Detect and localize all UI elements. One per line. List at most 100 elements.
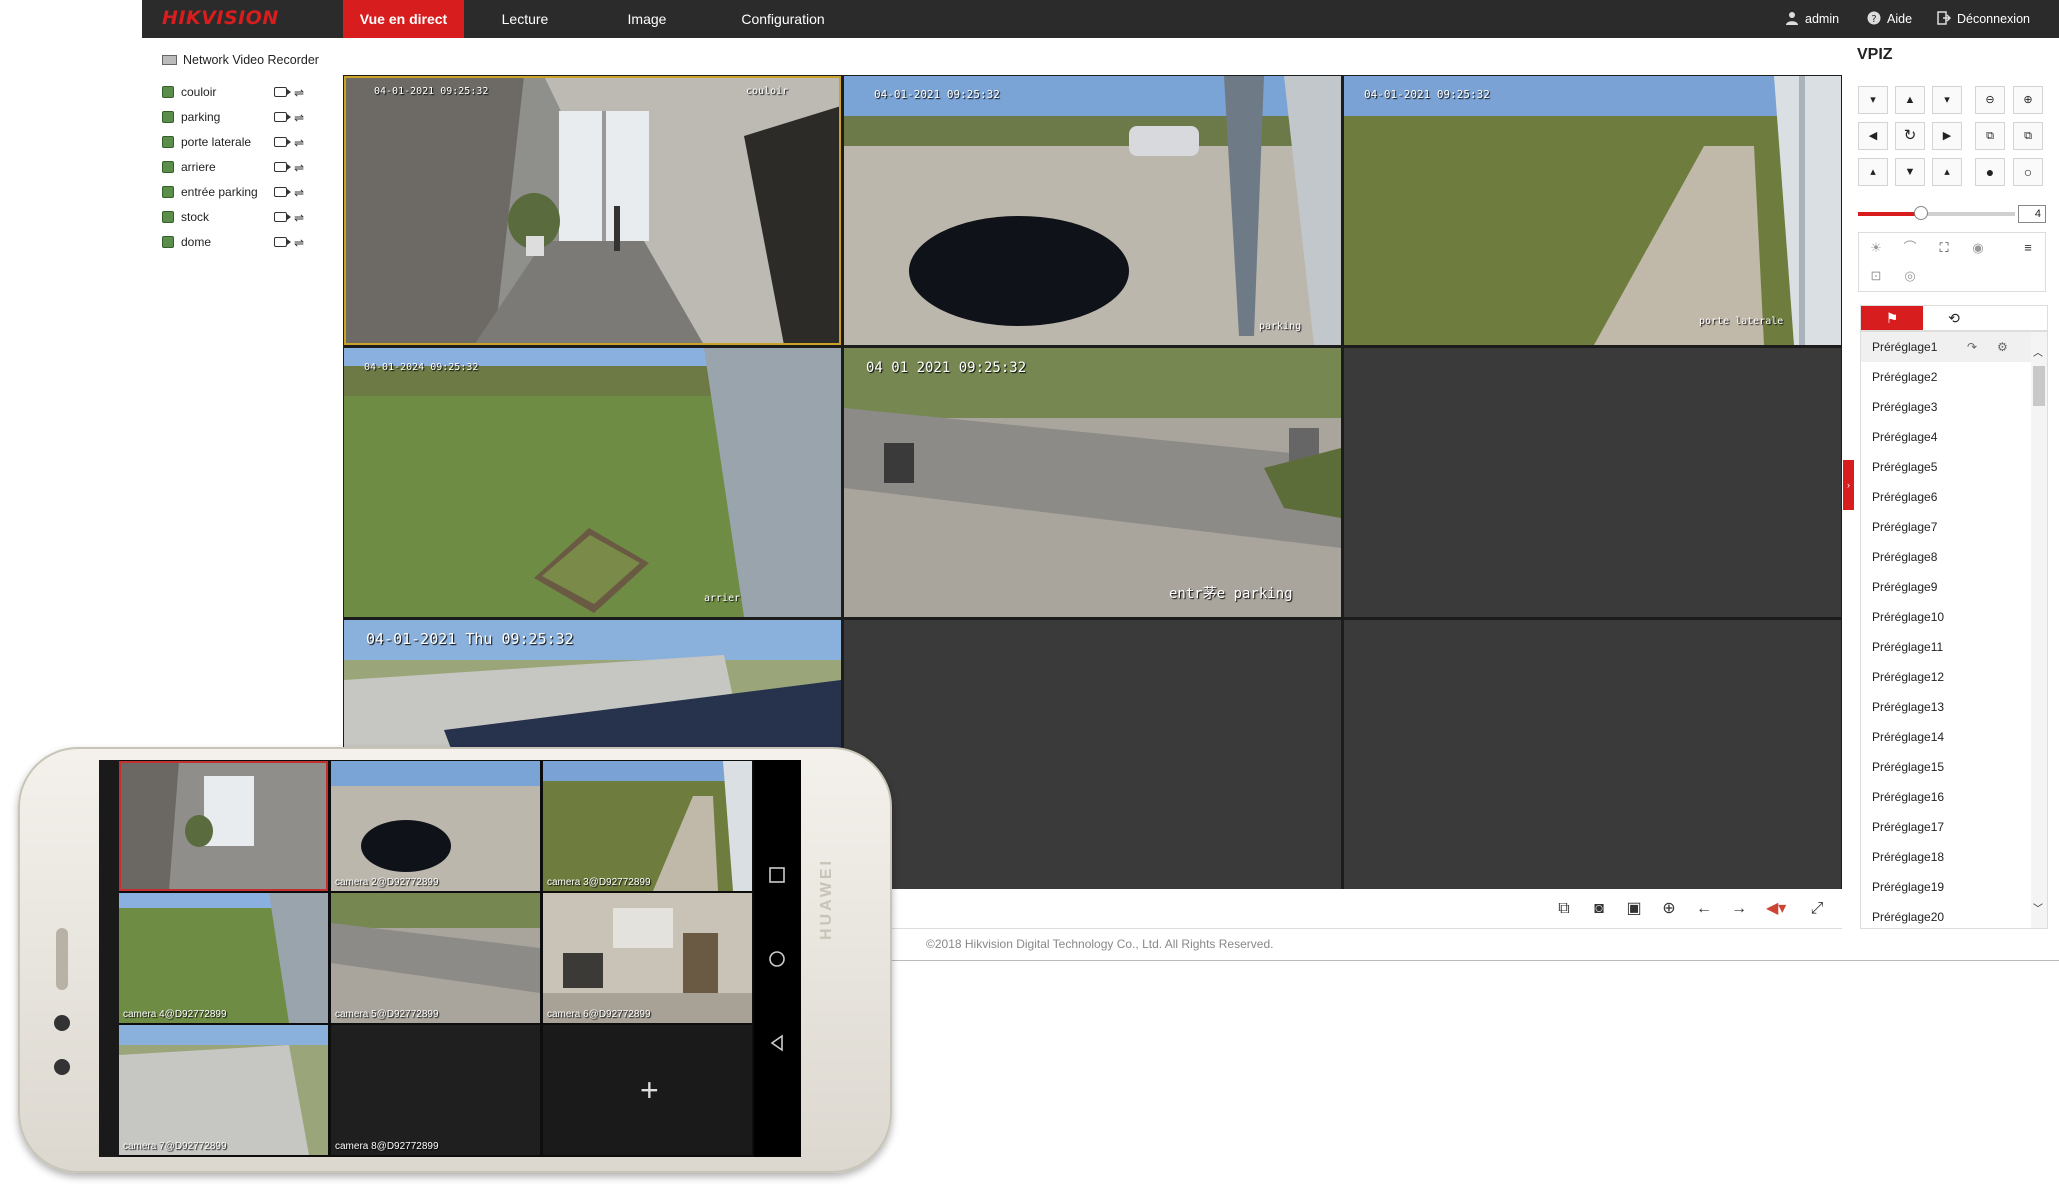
ptz-right-button[interactable]: ▶	[1932, 122, 1962, 150]
manual-tracking-icon[interactable]: ⊡	[1865, 265, 1887, 287]
ptz-icon[interactable]: ⇌	[294, 86, 308, 100]
video-cell-empty[interactable]	[1344, 620, 1841, 889]
phone-cell-1[interactable]	[119, 761, 328, 891]
ptz-icon[interactable]: ⇌	[294, 211, 308, 225]
set-preset-gear-icon[interactable]: ⚙	[1997, 332, 2008, 362]
ptz-icon[interactable]: ⇌	[294, 111, 308, 125]
preset-item[interactable]: Préréglage2	[1861, 362, 2031, 392]
preset-item[interactable]: Préréglage15	[1861, 752, 2031, 782]
zoom-in-button[interactable]: ⊕	[2013, 86, 2043, 114]
phone-cell-2[interactable]: camera 2@D92772899	[331, 761, 540, 891]
call-preset-icon[interactable]: ↷	[1967, 332, 1977, 362]
ptz-icon[interactable]: ⇌	[294, 186, 308, 200]
record-all-icon[interactable]: ▣	[1624, 899, 1644, 919]
video-cell-entree-parking[interactable]: 04 01 2021 09:25:32 entr茅e parking	[844, 348, 1341, 617]
phone-cell-8[interactable]: camera 8@D92772899	[331, 1025, 540, 1155]
ptz-icon[interactable]: ⇌	[294, 236, 308, 250]
ptz-down-button[interactable]: ▼	[1895, 158, 1925, 186]
ptz-speed-slider[interactable]	[1858, 206, 2015, 220]
video-cell-arriere[interactable]: 04-01-2024 09:25:32 arrier	[344, 348, 841, 617]
tab-patrol[interactable]: ⟲	[1923, 306, 1985, 330]
scroll-down-icon[interactable]: ﹀	[2033, 900, 2043, 915]
ptz-icon[interactable]: ⇌	[294, 136, 308, 150]
preset-item[interactable]: Préréglage17	[1861, 812, 2031, 842]
scrollbar-thumb[interactable]	[2033, 366, 2045, 406]
home-icon[interactable]	[768, 950, 786, 968]
previous-page-icon[interactable]: ←	[1694, 899, 1714, 919]
tab-image[interactable]: Image	[586, 0, 708, 38]
preset-item[interactable]: Préréglage13	[1861, 692, 2031, 722]
ptz-down-left-button[interactable]: ▴	[1858, 158, 1888, 186]
preset-item[interactable]: Préréglage7	[1861, 512, 2031, 542]
video-cell-empty[interactable]	[1344, 348, 1841, 617]
record-icon[interactable]	[274, 87, 291, 97]
focus-far-button[interactable]: ⧉	[2013, 122, 2043, 150]
audio-icon[interactable]: ◀︎▾	[1766, 899, 1786, 919]
preset-item[interactable]: Préréglage16	[1861, 782, 2031, 812]
tab-pattern[interactable]	[1985, 306, 2047, 330]
preset-item[interactable]: Préréglage3	[1861, 392, 2031, 422]
zoom-out-button[interactable]: ⊖	[1975, 86, 2005, 114]
ptz-down-right-button[interactable]: ▴	[1932, 158, 1962, 186]
record-icon[interactable]	[274, 112, 291, 122]
help-link[interactable]: ? Aide	[1867, 0, 1912, 38]
tab-playback[interactable]: Lecture	[464, 0, 586, 38]
digital-zoom-icon[interactable]: ⊕	[1659, 899, 1679, 919]
ptz-up-left-button[interactable]: ▾	[1858, 86, 1888, 114]
ptz-auto-button[interactable]: ↻	[1895, 122, 1925, 150]
ptz-speed-value[interactable]: 4	[2018, 205, 2046, 223]
record-icon[interactable]	[274, 137, 291, 147]
preset-item[interactable]: Préréglage18	[1861, 842, 2031, 872]
panel-toggle-button[interactable]: ›	[1843, 460, 1854, 510]
tab-live-view[interactable]: Vue en direct	[343, 0, 464, 38]
record-icon[interactable]	[274, 187, 291, 197]
nvr-device-node[interactable]: Network Video Recorder	[162, 53, 319, 67]
ptz-up-right-button[interactable]: ▾	[1932, 86, 1962, 114]
phone-cell-5[interactable]: camera 5@D92772899	[331, 893, 540, 1023]
iris-close-button[interactable]: ○	[2013, 158, 2043, 186]
fullscreen-icon[interactable]: ⤢	[1807, 899, 1827, 919]
preset-item[interactable]: Préréglage9	[1861, 572, 2031, 602]
video-cell-parking[interactable]: 04-01-2021 09:25:32 parking	[844, 76, 1341, 345]
phone-cell-6[interactable]: camera 6@D92772899	[543, 893, 752, 1023]
back-icon[interactable]	[768, 1034, 786, 1052]
iris-open-button[interactable]: ●	[1975, 158, 2005, 186]
preset-item[interactable]: Préréglage14	[1861, 722, 2031, 752]
focus-assist-icon[interactable]: ⛶	[1933, 237, 1955, 259]
wiper-icon[interactable]: ⌒	[1899, 237, 1921, 259]
preset-item[interactable]: Préréglage11	[1861, 632, 2031, 662]
record-icon[interactable]	[274, 162, 291, 172]
preset-item[interactable]: Préréglage19	[1861, 872, 2031, 902]
tab-presets[interactable]: ⚑	[1861, 306, 1923, 330]
ptz-left-button[interactable]: ◀	[1858, 122, 1888, 150]
add-camera-button[interactable]: +	[640, 1072, 659, 1109]
record-icon[interactable]	[274, 237, 291, 247]
scroll-up-icon[interactable]: ︿	[2033, 344, 2043, 359]
preset-scrollbar[interactable]: ︿ ﹀	[2031, 332, 2047, 928]
preset-item[interactable]: Préréglage5	[1861, 452, 2031, 482]
preset-item[interactable]: Préréglage20	[1861, 902, 2031, 928]
3d-zoom-icon[interactable]: ◎	[1899, 265, 1921, 287]
record-icon[interactable]	[274, 212, 291, 222]
ptz-up-button[interactable]: ▲	[1895, 86, 1925, 114]
preset-item[interactable]: Préréglage10	[1861, 602, 2031, 632]
next-page-icon[interactable]: →	[1729, 899, 1749, 919]
stop-all-preview-icon[interactable]: ⧉	[1554, 899, 1574, 919]
phone-cell-4[interactable]: camera 4@D92772899	[119, 893, 328, 1023]
video-cell-porte-laterale[interactable]: 04-01-2021 09:25:32 porte laterale	[1344, 76, 1841, 345]
capture-icon[interactable]: ◙	[1589, 899, 1609, 919]
logout-link[interactable]: Déconnexion	[1937, 0, 2030, 38]
phone-cell-3[interactable]: camera 3@D92772899	[543, 761, 752, 891]
preset-item[interactable]: Préréglage12	[1861, 662, 2031, 692]
preset-item[interactable]: Préréglage6	[1861, 482, 2031, 512]
light-icon[interactable]: ☀	[1865, 237, 1887, 259]
preset-item[interactable]: Préréglage8	[1861, 542, 2031, 572]
user-menu[interactable]: admin	[1785, 0, 1839, 38]
phone-cell-7[interactable]: camera 7@D92772899	[119, 1025, 328, 1155]
menu-icon[interactable]: ≡	[2017, 237, 2039, 259]
ptz-icon[interactable]: ⇌	[294, 161, 308, 175]
recent-apps-icon[interactable]	[768, 866, 786, 884]
focus-near-button[interactable]: ⧉	[1975, 122, 2005, 150]
tab-configuration[interactable]: Configuration	[708, 0, 858, 38]
lens-init-icon[interactable]: ◉	[1967, 237, 1989, 259]
